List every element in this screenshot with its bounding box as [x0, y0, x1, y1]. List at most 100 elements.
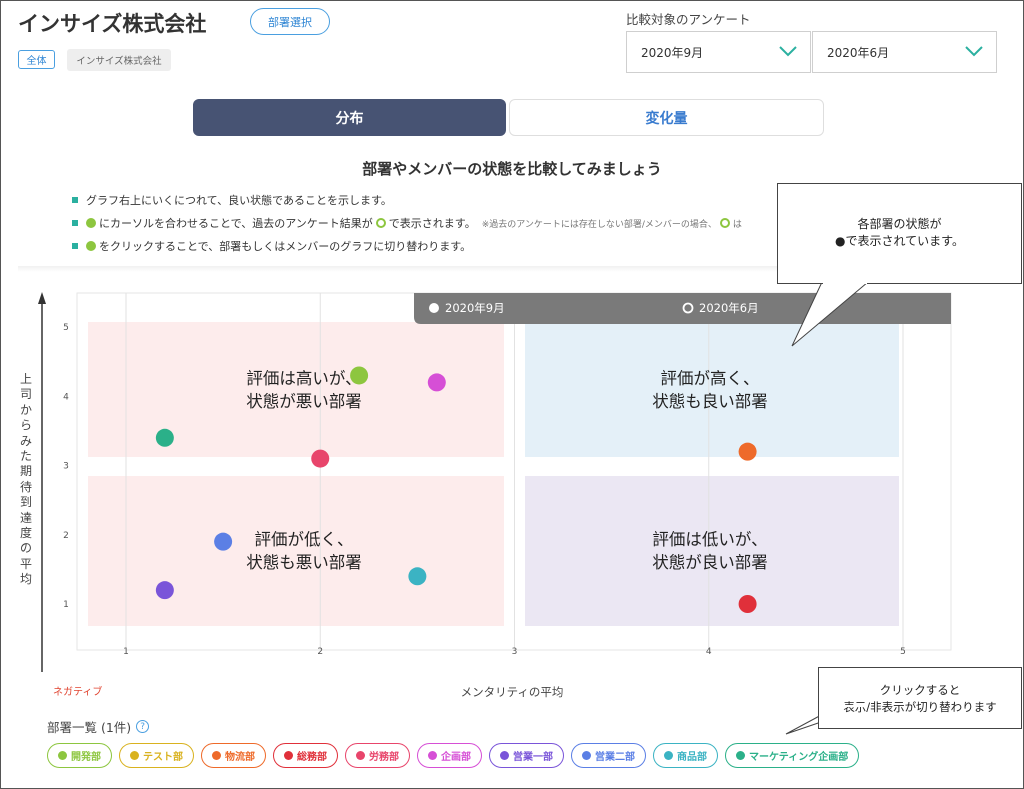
instruction-2-text-b: で表示されます。: [388, 217, 476, 230]
scope-tag-company[interactable]: インサイズ株式会社: [67, 49, 171, 71]
department-color-dot: [212, 751, 221, 760]
help-icon[interactable]: ?: [136, 720, 150, 733]
department-chip-label: 総務部: [297, 752, 327, 763]
bullet-icon: [72, 243, 78, 249]
chevron-down-icon: [779, 46, 797, 57]
section-heading: 部署やメンバーの状態を比較してみましょう: [362, 160, 662, 178]
instruction-2: にカーソルを合わせることで、過去のアンケート結果が で表示されます。 ※過去のア…: [72, 215, 742, 231]
quadrant-bottom-left-label: 評価が低く、 状態も悪い部署: [209, 528, 399, 574]
green-dot-icon: [86, 241, 96, 251]
survey-select-current[interactable]: 2020年9月: [626, 31, 811, 73]
department-chip[interactable]: 営業一部: [489, 743, 564, 768]
quadrant-top-left-line1: 評価は高いが、: [246, 369, 362, 388]
instruction-2-tail: は: [732, 219, 742, 230]
quadrant-bottom-left-line1: 評価が低く、: [254, 530, 354, 549]
quadrant-top-right-line2: 状態も良い部署: [652, 392, 768, 411]
instruction-2-text-a: にカーソルを合わせることで、過去のアンケート結果が: [99, 217, 373, 230]
toggle-callout-line1: クリックすると: [879, 683, 961, 697]
department-color-dot: [428, 751, 437, 760]
quadrant-bottom-right-line2: 状態が良い部署: [652, 553, 768, 572]
department-list-label: 部署一覧 (1件) ?: [47, 717, 150, 736]
scope-tag-all[interactable]: 全体: [18, 50, 55, 69]
quadrant-bottom-right-label: 評価は低いが、 状態が良い部署: [620, 528, 800, 574]
department-color-dot: [500, 751, 509, 760]
status-callout-line2: ●で表示されています。: [835, 234, 964, 248]
y-axis-label: 上司からみた期待到達度の平均: [19, 372, 32, 587]
department-chip[interactable]: マーケティング企画部: [725, 743, 860, 768]
green-dot-icon: [86, 218, 96, 228]
department-chip[interactable]: 商品部: [653, 743, 718, 768]
department-chip[interactable]: 開発部: [47, 743, 112, 768]
department-color-dot: [736, 751, 745, 760]
department-select-button[interactable]: 部署選択: [250, 8, 330, 35]
department-color-dot: [664, 751, 673, 760]
quadrant-top-left-label: 評価は高いが、 状態が悪い部署: [214, 367, 394, 413]
department-chip-label: マーケティング企画部: [749, 752, 849, 763]
department-list-title: 部署一覧 (1件): [47, 720, 132, 735]
data-point: [155, 428, 174, 447]
y-tick-label: 4: [63, 392, 69, 402]
department-chip-label: 労務部: [369, 752, 399, 763]
data-point: [738, 442, 757, 461]
y-tick-label: 3: [63, 462, 69, 472]
quadrant-bottom-right-line1: 評価は低いが、: [652, 530, 768, 549]
y-tick-label: 5: [63, 323, 69, 333]
x-tick-label: 1: [123, 647, 129, 657]
scatter-chart-svg: 2020年9月 2020年6月 1 2 3 4 5 1 2 3 4 5: [38, 292, 952, 673]
bullet-icon: [72, 220, 78, 226]
data-point: [311, 449, 330, 468]
chevron-down-icon: [965, 46, 983, 57]
data-point: [155, 581, 174, 600]
department-chip[interactable]: 物流部: [201, 743, 266, 768]
department-chip-list: 開発部 テスト部 物流部 総務部 労務部 企画部 営業一部 営業二部 商品部 マーケティング企画部: [47, 743, 860, 768]
y-tick-label: 1: [63, 600, 69, 610]
legend-previous-label: 2020年6月: [699, 301, 759, 315]
department-chip[interactable]: 営業二部: [571, 743, 646, 768]
survey-select-previous-value: 2020年6月: [827, 45, 890, 60]
status-callout: 各部署の状態が ●で表示されています。: [777, 183, 1022, 284]
compare-survey-label: 比較対象のアンケート: [626, 12, 751, 27]
department-chip[interactable]: 総務部: [273, 743, 338, 768]
toggle-callout: クリックすると 表示/非表示が切り替わります: [818, 667, 1022, 729]
department-chip-label: 開発部: [71, 752, 101, 763]
department-chip[interactable]: 労務部: [345, 743, 410, 768]
department-chip[interactable]: テスト部: [119, 743, 194, 768]
quadrant-top-left-line2: 状態が悪い部署: [246, 392, 362, 411]
legend-current-label: 2020年9月: [445, 301, 505, 315]
y-axis-arrow: [38, 292, 46, 304]
data-point: [738, 595, 757, 613]
department-chip-label: 企画部: [441, 752, 471, 763]
department-chip-label: 営業一部: [513, 752, 553, 763]
department-color-dot: [130, 751, 139, 760]
quadrant-bottom-left-line2: 状態も悪い部署: [246, 553, 362, 572]
legend-current-marker: [429, 303, 439, 313]
instruction-3: をクリックすることで、部署もしくはメンバーのグラフに切り替わります。: [72, 238, 471, 254]
survey-select-current-value: 2020年9月: [641, 45, 704, 60]
instruction-3-text: をクリックすることで、部署もしくはメンバーのグラフに切り替わります。: [99, 240, 472, 253]
x-tick-label: 2: [317, 647, 323, 657]
x-tick-label: 4: [706, 647, 712, 657]
tab-change[interactable]: 変化量: [509, 99, 824, 136]
y-tick-label: 2: [63, 531, 69, 541]
survey-select-previous[interactable]: 2020年6月: [812, 31, 997, 73]
instruction-2-note: ※過去のアンケートには存在しない部署/メンバーの場合、: [481, 219, 717, 230]
department-chip-label: テスト部: [143, 752, 183, 763]
toggle-callout-line2: 表示/非表示が切り替わります: [843, 700, 997, 714]
scatter-chart: 2020年9月 2020年6月 1 2 3 4 5 1 2 3 4 5: [0, 280, 1024, 700]
green-ring-icon: [375, 218, 386, 228]
data-point: [427, 373, 446, 392]
department-color-dot: [58, 751, 67, 760]
department-color-dot: [582, 751, 591, 760]
company-title: インサイズ株式会社: [18, 12, 207, 36]
department-color-dot: [356, 751, 365, 760]
bullet-icon: [72, 197, 78, 203]
quadrant-top-right-line1: 評価が高く、: [660, 369, 760, 388]
tab-distribution[interactable]: 分布: [193, 99, 506, 136]
department-chip[interactable]: 企画部: [417, 743, 482, 768]
status-callout-line1: 各部署の状態が: [857, 217, 942, 231]
department-color-dot: [284, 751, 293, 760]
x-tick-label: 5: [900, 647, 906, 657]
department-chip-label: 商品部: [677, 752, 707, 763]
instruction-1-text: グラフ右上にいくにつれて、良い状態であることを示します。: [86, 194, 392, 207]
x-tick-label: 3: [512, 647, 518, 657]
